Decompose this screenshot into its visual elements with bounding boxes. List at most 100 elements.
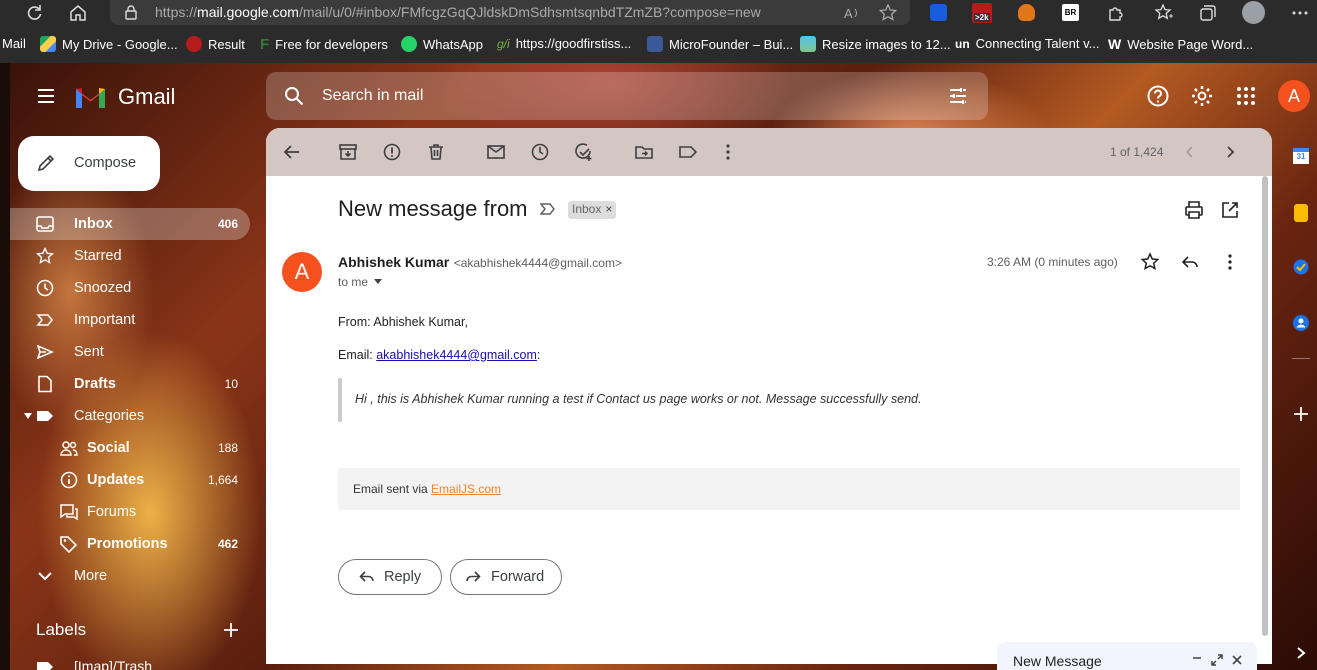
open-new-window-icon[interactable] <box>1220 200 1240 220</box>
sender-line: Abhishek Kumar <akabhishek4444@gmail.com… <box>338 254 622 272</box>
favorite-star-icon[interactable] <box>878 3 898 23</box>
keep-icon[interactable] <box>1294 204 1308 222</box>
minimize-icon[interactable] <box>1191 652 1203 664</box>
sidebar-item-inbox[interactable]: Inbox 406 <box>10 208 250 240</box>
older-chevron-right-icon[interactable] <box>1220 142 1240 162</box>
contacts-icon[interactable] <box>1292 314 1310 332</box>
sidebar-item-updates[interactable]: Updates 1,664 <box>10 464 250 496</box>
important-icon <box>36 314 54 326</box>
fullscreen-icon[interactable] <box>1211 654 1223 666</box>
main-menu-icon[interactable] <box>36 86 56 106</box>
snooze-clock-icon[interactable] <box>530 142 550 162</box>
gmail-brand-text[interactable]: Gmail <box>118 84 175 110</box>
recipient-dropdown[interactable]: to me <box>338 275 383 289</box>
report-spam-icon[interactable] <box>382 142 402 162</box>
sidebar-item-promotions[interactable]: Promotions 462 <box>10 528 250 560</box>
sidebar-item-count: 462 <box>217 537 238 551</box>
bookmark-resize-images[interactable]: Resize images to 12... <box>800 36 951 52</box>
delete-trash-icon[interactable] <box>426 142 446 162</box>
tasks-icon[interactable] <box>1292 258 1310 276</box>
bookmark-whatsapp[interactable]: WhatsApp <box>401 36 483 52</box>
forum-icon <box>60 504 78 521</box>
newer-chevron-left-icon[interactable] <box>1180 142 1200 162</box>
sidebar-item-drafts[interactable]: Drafts 10 <box>10 368 250 400</box>
sidebar-item-starred[interactable]: Starred <box>10 240 250 272</box>
bookmark-goodfirstissues[interactable]: g/i https://goodfirstiss... <box>497 36 631 51</box>
new-message-window[interactable]: New Message <box>997 642 1257 670</box>
more-options-icon[interactable] <box>1220 252 1240 272</box>
mark-unread-icon[interactable] <box>486 142 506 162</box>
br-extension-icon[interactable]: BR <box>1062 4 1079 21</box>
extensions-puzzle-icon[interactable] <box>1106 3 1126 23</box>
forward-button[interactable]: Forward <box>450 559 562 595</box>
sidebar-item-forums[interactable]: Forums <box>10 496 250 528</box>
close-icon[interactable] <box>1231 654 1243 666</box>
search-bar[interactable] <box>266 72 988 120</box>
bookmark-result[interactable]: Result <box>186 36 245 52</box>
collections-icon[interactable] <box>1198 3 1218 23</box>
archive-icon[interactable] <box>338 142 358 162</box>
print-icon[interactable] <box>1184 200 1204 220</box>
metamask-extension-icon[interactable] <box>1018 4 1035 21</box>
email-link[interactable]: akabhishek4444@gmail.com <box>376 348 537 362</box>
read-aloud-icon[interactable]: A <box>843 4 861 22</box>
image-icon <box>800 36 816 52</box>
label-tag-icon[interactable] <box>678 142 698 162</box>
reply-button[interactable]: Reply <box>338 559 442 595</box>
bookmark-website-page[interactable]: W Website Page Word... <box>1108 36 1253 52</box>
forward-icon <box>466 571 481 582</box>
add-task-icon[interactable] <box>574 142 594 162</box>
sidebar-item-important[interactable]: Important <box>10 304 250 336</box>
expand-panel-chevron-icon[interactable] <box>1295 646 1307 660</box>
calendar-icon[interactable]: 31 <box>1293 148 1309 164</box>
bookmark-drive[interactable]: My Drive - Google... <box>40 36 178 52</box>
settings-gear-icon[interactable] <box>1190 84 1214 108</box>
apps-grid-icon[interactable] <box>1236 86 1256 106</box>
reply-icon[interactable] <box>1180 252 1200 272</box>
bookmark-mail[interactable]: Mail <box>2 36 26 51</box>
sidebar-item-social[interactable]: Social 188 <box>10 432 250 464</box>
new-message-title[interactable]: New Message <box>1013 653 1102 669</box>
sidebar-item-label: Starred <box>74 248 122 264</box>
search-input[interactable] <box>322 84 922 108</box>
star-message-icon[interactable] <box>1140 252 1160 272</box>
sidebar-item-categories[interactable]: Categories <box>10 400 250 432</box>
refresh-icon[interactable] <box>24 3 44 23</box>
lock-icon <box>125 5 137 20</box>
inbox-label-chip[interactable]: Inbox × <box>568 201 617 219</box>
add-label-icon[interactable] <box>223 622 239 638</box>
more-vertical-icon[interactable] <box>718 142 738 162</box>
sidebar-item-snoozed[interactable]: Snoozed <box>10 272 250 304</box>
sidebar-item-more[interactable]: More <box>10 560 250 592</box>
sidebar-item-sent[interactable]: Sent <box>10 336 250 368</box>
sender-name[interactable]: Abhishek Kumar <box>338 254 449 270</box>
email-label: Email: <box>338 348 373 362</box>
sender-avatar[interactable]: A <box>282 252 322 292</box>
gmail-logo-icon[interactable] <box>74 84 107 109</box>
bookmark-free-dev[interactable]: F Free for developers <box>260 36 388 53</box>
importance-marker-icon[interactable] <box>540 202 556 216</box>
bookmark-microfounder[interactable]: MicroFounder – Bui... <box>647 36 793 52</box>
search-icon[interactable] <box>284 86 304 106</box>
move-to-folder-icon[interactable] <box>634 142 654 162</box>
add-addon-icon[interactable] <box>1293 406 1309 422</box>
account-avatar[interactable]: A <box>1278 80 1310 112</box>
help-icon[interactable] <box>1147 85 1169 107</box>
home-icon[interactable] <box>68 3 88 23</box>
back-arrow-icon[interactable] <box>282 142 302 162</box>
bookmark-connecting-talent[interactable]: un Connecting Talent v... <box>955 36 1100 51</box>
url-field[interactable]: https://mail.google.com/mail/u/0/#inbox/… <box>110 0 910 25</box>
search-options-icon[interactable] <box>948 86 968 106</box>
whatsapp-icon <box>401 36 417 52</box>
sidebar-item-imap-trash[interactable]: [Imap]/Trash <box>10 654 250 670</box>
extension-badge-icon[interactable]: >2k <box>972 3 992 23</box>
compose-button[interactable]: Compose <box>18 136 160 191</box>
bitwarden-extension-icon[interactable] <box>930 4 947 21</box>
bookmarks-bar: Mail My Drive - Google... Result F Free f… <box>0 25 1317 63</box>
scrollbar[interactable] <box>1262 176 1268 636</box>
more-menu-icon[interactable] <box>1290 3 1310 23</box>
profile-avatar-icon[interactable] <box>1242 1 1265 24</box>
emailjs-link[interactable]: EmailJS.com <box>431 482 501 496</box>
remove-label-icon[interactable]: × <box>605 202 612 218</box>
favorites-icon[interactable] <box>1154 3 1174 23</box>
